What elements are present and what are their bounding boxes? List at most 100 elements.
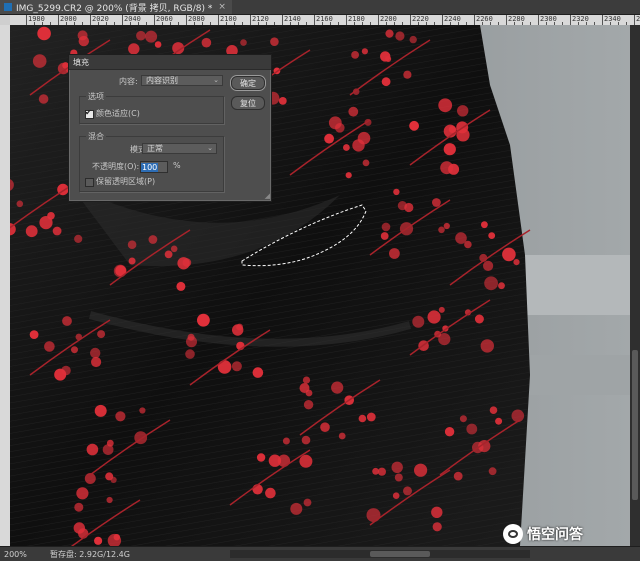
- blossom-flower: [32, 54, 47, 68]
- blossom-flower: [148, 235, 158, 244]
- blossom-flower: [397, 201, 407, 211]
- blossom-flower: [29, 330, 39, 339]
- ruler-tick: [474, 15, 475, 25]
- blossom-flower: [86, 443, 99, 456]
- ruler-tick: [378, 15, 379, 25]
- blossom-flower: [91, 356, 102, 368]
- blossom-flower: [498, 282, 505, 290]
- horizontal-scroll-thumb[interactable]: [370, 551, 430, 557]
- blossom-flower: [489, 406, 498, 415]
- blossom-flower: [358, 414, 367, 423]
- blossom-flower: [115, 411, 126, 422]
- blossom-flower: [231, 361, 242, 372]
- blossom-flower: [278, 97, 287, 105]
- color-adaptation-checkbox[interactable]: [85, 108, 94, 119]
- blossom-flower: [362, 159, 370, 167]
- blossom-flower: [154, 41, 162, 48]
- blending-group: 混合 模式: 正常 ⌄ 不透明度(O): 100 % 保留透明区域(P): [79, 131, 224, 192]
- blossom-flower: [128, 257, 136, 265]
- ruler-tick: [314, 15, 315, 25]
- blossom-flower: [25, 225, 38, 238]
- blossom-flower: [474, 314, 484, 324]
- blossom-flower: [513, 259, 520, 266]
- vertical-scrollbar[interactable]: [630, 25, 640, 546]
- blossom-flower: [488, 232, 496, 240]
- mode-select[interactable]: 正常 ⌄: [142, 143, 217, 154]
- blossom-flower: [488, 467, 497, 476]
- blossom-flower: [97, 330, 106, 339]
- blossom-flower: [110, 476, 117, 483]
- ruler-tick: [218, 15, 219, 25]
- blossom-flower: [443, 222, 450, 230]
- contents-label: 内容:: [119, 77, 138, 86]
- horizontal-scrollbar[interactable]: [230, 550, 530, 558]
- blossom-flower: [265, 487, 276, 499]
- blossom-flower: [73, 522, 85, 534]
- blossom-flower: [403, 70, 412, 79]
- ok-button[interactable]: 确定: [231, 76, 265, 90]
- document-title: IMG_5299.CR2 @ 200% (背景 拷贝, RGB/8) *: [16, 3, 213, 14]
- blossom-flower: [71, 346, 78, 354]
- blossom-flower: [185, 349, 195, 359]
- blossom-flower: [106, 496, 113, 504]
- chevron-down-icon: ⌄: [213, 76, 219, 84]
- ruler-origin[interactable]: [0, 15, 10, 25]
- blossom-flower: [145, 30, 158, 43]
- ruler-tick: [26, 15, 27, 25]
- blossom-flower: [377, 467, 386, 476]
- opacity-input[interactable]: 100: [140, 161, 168, 173]
- blossom-flower: [511, 409, 525, 423]
- watermark: 悟空问答: [503, 524, 583, 544]
- blossom-flower: [438, 306, 445, 313]
- blossom-flower: [52, 226, 62, 236]
- blossom-flower: [380, 232, 389, 240]
- photoshop-file-icon: [4, 3, 12, 11]
- scratch-disk-info[interactable]: 暂存盘: 2.92G/12.4G: [44, 549, 130, 560]
- zoom-level[interactable]: 200%: [0, 550, 44, 559]
- contents-select[interactable]: 内容识别 ⌄: [141, 75, 223, 86]
- blossom-flower: [453, 471, 463, 481]
- blossom-flower: [299, 454, 313, 468]
- blossom-flower: [331, 381, 344, 394]
- blossom-flower: [427, 310, 441, 324]
- blossom-flower: [448, 163, 460, 175]
- vertical-scroll-thumb[interactable]: [632, 350, 638, 500]
- blossom-flower: [389, 248, 400, 259]
- blossom-flower: [182, 258, 192, 267]
- blossom-flower: [94, 404, 107, 417]
- blossom-flower: [94, 536, 103, 545]
- document-tab[interactable]: IMG_5299.CR2 @ 200% (背景 拷贝, RGB/8) * ×: [0, 0, 232, 14]
- blossom-flower: [240, 39, 247, 46]
- preserve-transparency-checkbox[interactable]: [85, 178, 94, 187]
- blossom-flower: [432, 522, 442, 532]
- blossom-flower: [170, 245, 178, 253]
- blossom-flower: [495, 417, 503, 425]
- blossom-flower: [438, 226, 445, 234]
- blossom-flower: [394, 473, 403, 482]
- blossom-flower: [37, 26, 51, 41]
- blossom-flower: [74, 234, 83, 243]
- blossom-flower: [128, 43, 140, 55]
- blossom-flower: [62, 316, 72, 326]
- blossom-flower: [303, 400, 314, 410]
- blossom-flower: [217, 360, 232, 374]
- blending-legend: 混合: [86, 131, 106, 142]
- blossom-flower: [164, 250, 173, 259]
- blossom-flower: [320, 422, 330, 433]
- reset-button[interactable]: 复位: [231, 96, 265, 110]
- blossom-flower: [409, 35, 417, 44]
- blossom-flower: [357, 131, 371, 145]
- color-adaptation-label: 颜色适应(C): [96, 109, 140, 118]
- blossom-flower: [302, 376, 311, 384]
- wukong-logo-icon: [503, 524, 523, 544]
- blossom-flower: [16, 200, 24, 208]
- blossom-flower: [136, 30, 146, 41]
- blossom-flower: [380, 51, 391, 62]
- ruler-tick: [442, 15, 443, 25]
- resize-grip-icon[interactable]: ◢: [265, 192, 270, 200]
- dialog-title[interactable]: 填充: [69, 55, 271, 70]
- blossom-flower: [127, 240, 137, 249]
- contents-select-value: 内容识别: [146, 76, 178, 85]
- blossom-flower: [481, 221, 488, 229]
- close-tab-icon[interactable]: ×: [218, 2, 226, 12]
